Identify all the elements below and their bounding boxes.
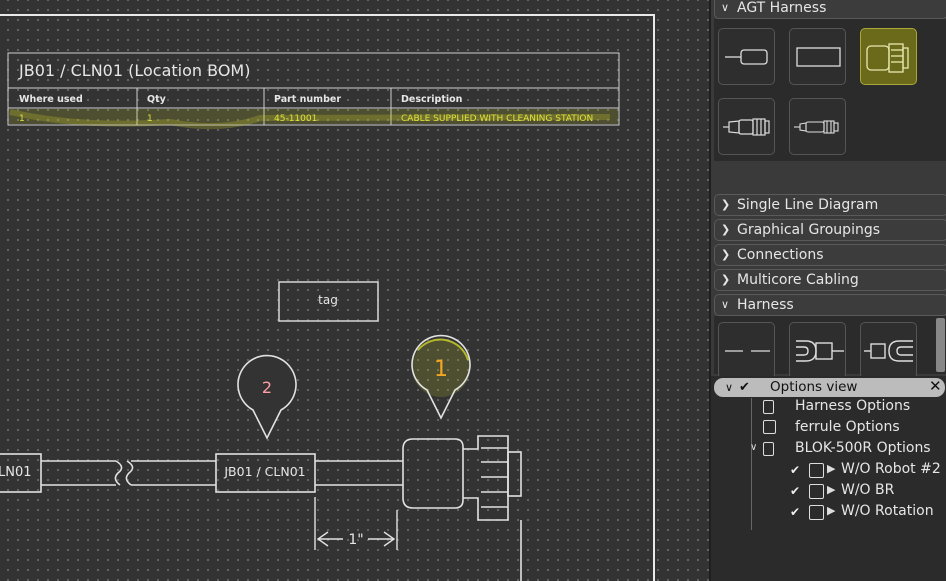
play-icon: ▶ [827, 462, 836, 475]
ring-terminal-tile[interactable] [860, 322, 917, 379]
fork-terminal-icon [796, 340, 844, 362]
options-view-header[interactable]: ∨ ✔ Options view ✕ [714, 377, 945, 397]
bom-title: JB01 / CLN01 (Location BOM) [18, 61, 250, 80]
play-icon: ▶ [827, 483, 836, 496]
small-plug-icon [794, 120, 839, 134]
tag-label: tag [318, 293, 338, 307]
check-icon[interactable]: ✔ [790, 463, 800, 477]
section-multicore-cabling[interactable]: ❯ Multicore Cabling [714, 269, 946, 291]
splice-tile[interactable] [718, 322, 775, 379]
bom-cell-where-used: 1 [19, 114, 25, 124]
fork-terminal-tile[interactable] [789, 322, 846, 379]
option-box-icon [809, 463, 824, 478]
section-agt-harness-label: AGT Harness [737, 0, 827, 16]
library-panel[interactable]: ∨ AGT Harness ❯ Single Line Diagram ❯ Gr… [709, 0, 946, 581]
ferrule-icon [725, 49, 768, 65]
chevron-right-icon: ❯ [721, 198, 731, 211]
option-wo-br[interactable]: W/O BR [841, 482, 894, 498]
section-connections[interactable]: ❯ Connections [714, 244, 946, 266]
ferrule-tile[interactable] [718, 28, 775, 85]
section-multicore-label: Multicore Cabling [737, 272, 859, 288]
document-icon [763, 442, 774, 456]
rectangle-icon [796, 47, 841, 67]
bom-table[interactable]: JB01 / CLN01 (Location BOM) Where used Q… [7, 52, 620, 130]
drawing-canvas[interactable]: JB01 / CLN01 (Location BOM) Where used Q… [0, 0, 709, 581]
chevron-right-icon: ❯ [721, 223, 731, 236]
balloon-2-label: 2 [262, 378, 272, 397]
bom-cell-description: CABLE SUPPLIED WITH CLEANING STATION [401, 114, 593, 124]
balloon-2[interactable]: 2 [237, 354, 297, 440]
section-single-line-label: Single Line Diagram [737, 197, 879, 213]
connector-tile[interactable] [860, 28, 917, 85]
ring-terminal-icon [864, 340, 913, 362]
dimension-label: 1" [348, 532, 363, 548]
check-all-icon[interactable]: ✔ [739, 378, 750, 397]
rectangle-tile[interactable] [789, 28, 846, 85]
chevron-down-icon[interactable]: ∨ [725, 378, 733, 397]
check-icon[interactable]: ✔ [790, 484, 800, 498]
harness-palette [714, 316, 946, 379]
options-view[interactable]: ∨ ✔ Options view ✕ Harness Options ferru… [711, 376, 946, 581]
balloon-1-label: 1 [434, 357, 448, 382]
cable-assembly[interactable] [0, 435, 522, 581]
agt-harness-palette [714, 19, 946, 161]
balloon-1[interactable]: 1 [411, 334, 471, 420]
option-blok-500r-options[interactable]: BLOK-500R Options [795, 440, 931, 456]
plug-tile[interactable] [718, 98, 775, 155]
option-box-icon [809, 484, 824, 499]
bom-cell-qty: 1 [147, 114, 153, 124]
chevron-right-icon: ❯ [721, 273, 731, 286]
option-harness-options[interactable]: Harness Options [795, 398, 910, 414]
bom-col-description: Description [401, 94, 463, 105]
image-document-icon [763, 420, 776, 434]
palette-scrollbar[interactable] [936, 318, 945, 372]
options-view-title: Options view [770, 379, 858, 395]
small-plug-tile[interactable] [789, 98, 846, 155]
document-icon [763, 400, 774, 414]
tag-box[interactable]: tag [278, 281, 379, 322]
drawing-svg[interactable]: JB01 / CLN01 (Location BOM) Where used Q… [0, 0, 709, 581]
connector-icon [866, 43, 909, 73]
section-connections-label: Connections [737, 247, 824, 263]
option-box-icon [809, 505, 824, 520]
plug-icon [723, 118, 770, 136]
chevron-down-icon[interactable]: ∨ [750, 442, 757, 453]
bom-col-part-number: Part number [274, 94, 341, 105]
chevron-right-icon: ❯ [721, 248, 731, 261]
chevron-down-icon: ∨ [721, 1, 730, 14]
section-agt-harness[interactable]: ∨ AGT Harness [714, 0, 946, 19]
bom-col-where-used: Where used [19, 94, 83, 105]
option-wo-robot-2[interactable]: W/O Robot #2 [841, 461, 941, 477]
bom-col-qty: Qty [147, 94, 167, 105]
bom-cell-part-number: 45-11001 [274, 114, 317, 124]
tree-guide [751, 398, 752, 530]
section-harness[interactable]: ∨ Harness [714, 294, 946, 316]
option-wo-rotation[interactable]: W/O Rotation [841, 503, 934, 519]
section-harness-label: Harness [737, 297, 794, 313]
cable-label: JB01 / CLN01 [223, 464, 305, 479]
chevron-down-icon: ∨ [721, 298, 730, 311]
play-icon: ▶ [827, 504, 836, 517]
left-connector-label: LN01 [0, 465, 32, 480]
section-graphical-groupings[interactable]: ❯ Graphical Groupings [714, 219, 946, 241]
section-single-line-diagram[interactable]: ❯ Single Line Diagram [714, 194, 946, 216]
close-icon[interactable]: ✕ [929, 377, 942, 396]
splice-icon [725, 350, 770, 352]
option-ferrule-options[interactable]: ferrule Options [795, 419, 900, 435]
section-graphical-groupings-label: Graphical Groupings [737, 222, 881, 238]
check-icon[interactable]: ✔ [790, 505, 800, 519]
